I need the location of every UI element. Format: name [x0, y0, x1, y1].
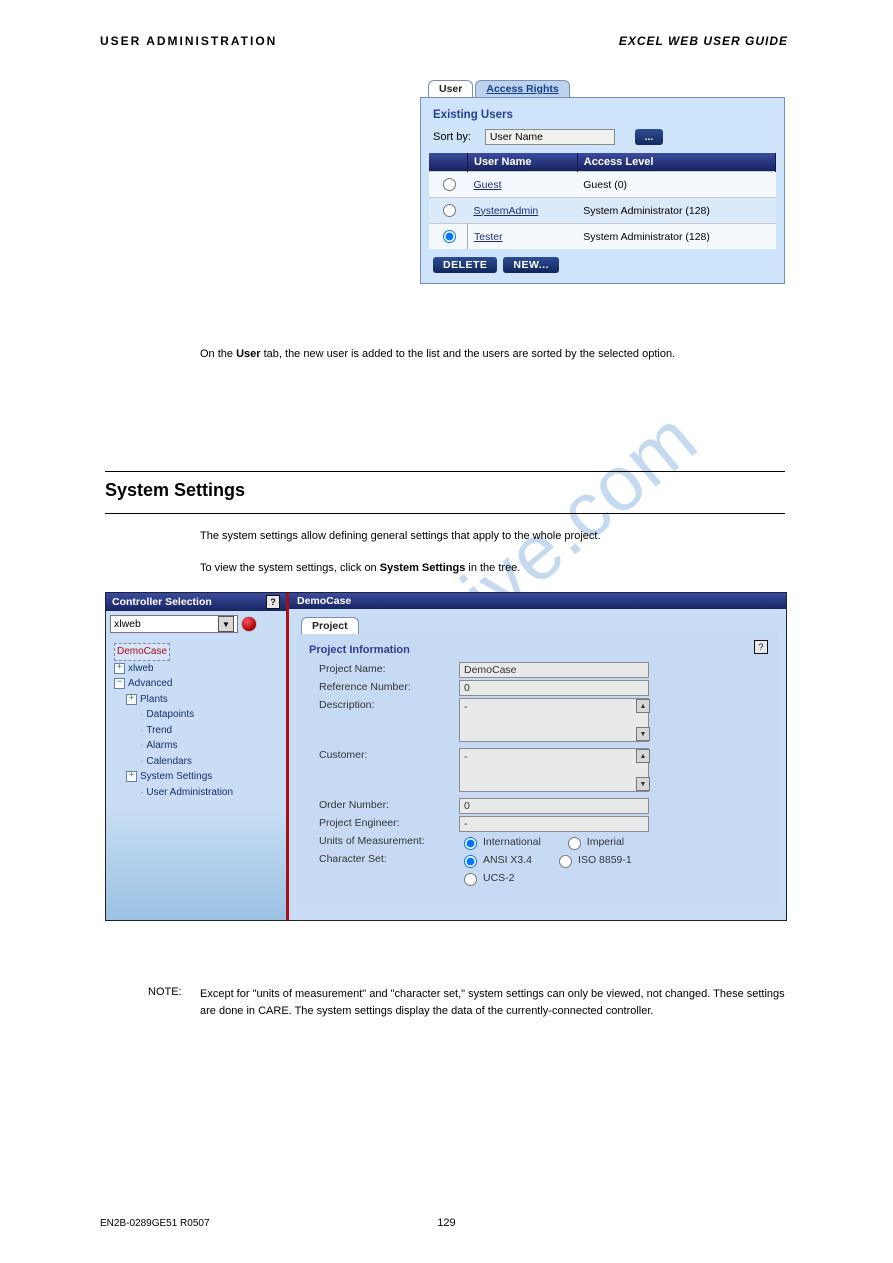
new-button[interactable]: NEW... [503, 257, 559, 273]
collapse-icon[interactable]: − [114, 678, 125, 689]
header-left: USER ADMINISTRATION [100, 34, 277, 48]
tab-project[interactable]: Project [301, 617, 359, 634]
sort-by-label: Sort by: [433, 131, 471, 143]
description-label: Description: [319, 698, 459, 711]
existing-users-title: Existing Users [433, 109, 776, 121]
user-radio[interactable] [443, 178, 456, 191]
section-rule [105, 471, 785, 472]
chevron-down-icon[interactable]: ▼ [218, 616, 234, 632]
tree-node-system-settings[interactable]: System Settings [140, 769, 212, 785]
nav-tree: DemoCase +xlweb −Advanced +Plants Datapo… [106, 637, 286, 920]
units-imperial-radio[interactable] [568, 837, 581, 850]
project-engineer-label: Project Engineer: [319, 816, 459, 829]
table-row: Tester System Administrator (128) [429, 224, 776, 250]
app-sidebar: Controller Selection ? xlweb ▼ DemoCase … [106, 593, 289, 920]
project-name-label: Project Name: [319, 662, 459, 675]
tree-leaf[interactable]: Alarms [114, 738, 278, 754]
charset-ucs-radio[interactable] [464, 873, 477, 886]
section-title: System Settings [105, 480, 245, 501]
users-panel: User Access Rights Existing Users Sort b… [420, 80, 785, 284]
main-header: DemoCase [289, 593, 786, 609]
header-right: EXCEL WEB USER GUIDE [619, 34, 788, 48]
charset-label: Character Set: [319, 852, 459, 865]
description-input[interactable]: - ▲▼ [459, 698, 649, 742]
col-user-name: User Name [468, 153, 578, 172]
col-access-level: Access Level [577, 153, 775, 172]
tree-leaf[interactable]: Datapoints [114, 707, 278, 723]
intro-line2: To view the system settings, click on Sy… [200, 562, 785, 574]
charset-iso-radio[interactable] [559, 855, 572, 868]
order-number-label: Order Number: [319, 798, 459, 811]
tree-node[interactable]: Plants [140, 692, 168, 708]
footer-page-number: 129 [0, 1217, 893, 1229]
user-radio[interactable] [443, 230, 456, 243]
users-table: User Name Access Level Guest Guest (0) S… [429, 153, 776, 249]
units-international-radio[interactable] [464, 837, 477, 850]
charset-ansi-radio[interactable] [464, 855, 477, 868]
expand-icon[interactable]: + [126, 771, 137, 782]
device-dropdown[interactable]: xlweb ▼ [110, 615, 238, 633]
units-label: Units of Measurement: [319, 834, 459, 847]
user-radio[interactable] [443, 204, 456, 217]
scroll-up-icon[interactable]: ▲ [636, 699, 650, 713]
user-link[interactable]: SystemAdmin [474, 205, 539, 217]
controller-selection-label: Controller Selection [112, 596, 212, 608]
tab-access-rights[interactable]: Access Rights [475, 80, 569, 97]
scroll-down-icon[interactable]: ▼ [636, 727, 650, 741]
project-name-input[interactable]: DemoCase [459, 662, 649, 678]
app-screenshot: Controller Selection ? xlweb ▼ DemoCase … [105, 592, 787, 921]
status-indicator-icon [242, 617, 256, 631]
expand-icon[interactable]: + [126, 694, 137, 705]
delete-button[interactable]: DELETE [433, 257, 497, 273]
expand-icon[interactable]: + [114, 663, 125, 674]
tree-node[interactable]: xlweb [128, 661, 154, 677]
help-icon[interactable]: ? [266, 595, 280, 609]
user-level: System Administrator (128) [577, 224, 775, 250]
user-link[interactable]: Guest [474, 179, 502, 191]
body-paragraph: On the User tab, the new user is added t… [200, 346, 785, 363]
project-panel: ? Project Information Project Name: Demo… [297, 634, 778, 904]
tree-root[interactable]: DemoCase [114, 643, 170, 661]
project-information-title: Project Information [309, 644, 766, 656]
user-level: Guest (0) [577, 172, 775, 198]
tree-leaf[interactable]: Trend [114, 723, 278, 739]
section-rule [105, 513, 785, 514]
scroll-down-icon[interactable]: ▼ [636, 777, 650, 791]
reference-number-label: Reference Number: [319, 680, 459, 693]
customer-label: Customer: [319, 748, 459, 761]
tree-leaf[interactable]: User Administration [114, 785, 278, 801]
help-icon[interactable]: ? [754, 640, 768, 654]
tab-user[interactable]: User [428, 80, 473, 97]
user-link[interactable]: Tester [474, 231, 503, 243]
table-row: SystemAdmin System Administrator (128) [429, 198, 776, 224]
customer-input[interactable]: - ▲▼ [459, 748, 649, 792]
tree-leaf[interactable]: Calendars [114, 754, 278, 770]
table-row: Guest Guest (0) [429, 172, 776, 198]
sort-by-input[interactable]: User Name [485, 129, 615, 145]
tree-node[interactable]: Advanced [128, 676, 172, 692]
note-label: NOTE: [148, 986, 182, 998]
order-number-input[interactable]: 0 [459, 798, 649, 814]
note-text: Except for "units of measurement" and "c… [200, 986, 785, 1019]
sort-options-button[interactable]: ... [635, 129, 663, 145]
intro-line1: The system settings allow defining gener… [200, 530, 785, 542]
user-level: System Administrator (128) [577, 198, 775, 224]
scroll-up-icon[interactable]: ▲ [636, 749, 650, 763]
project-engineer-input[interactable]: - [459, 816, 649, 832]
reference-number-input[interactable]: 0 [459, 680, 649, 696]
